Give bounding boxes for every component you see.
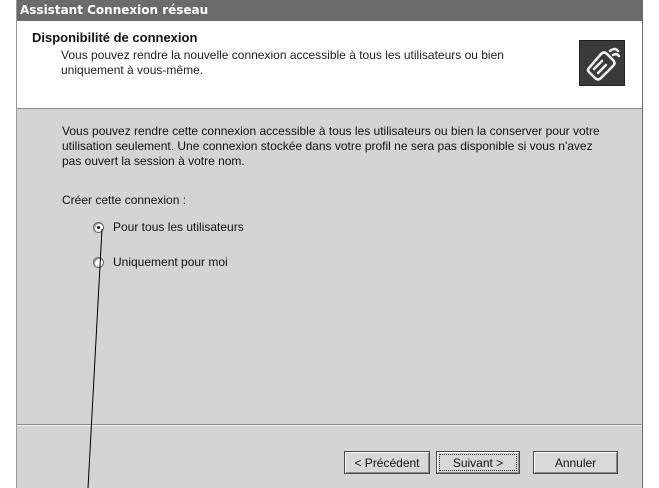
radio-option-only-me[interactable]: Uniquement pour moi — [93, 254, 228, 270]
create-connection-label: Créer cette connexion : — [62, 193, 187, 207]
wizard-header: Disponibilité de connexion Vous pouvez r… — [17, 21, 642, 109]
window-title: Assistant Connexion réseau — [20, 3, 209, 17]
back-button[interactable]: < Précédent — [344, 451, 430, 474]
network-connection-wizard-icon — [579, 40, 625, 86]
radio-button-checked-icon[interactable] — [93, 221, 104, 233]
radio-label-all-users: Pour tous les utilisateurs — [113, 220, 244, 234]
next-button[interactable]: Suivant > — [436, 451, 520, 474]
radio-option-all-users[interactable]: Pour tous les utilisateurs — [93, 219, 244, 235]
radio-button-unchecked-icon[interactable] — [93, 256, 104, 268]
wizard-window: Assistant Connexion réseau Disponibilité… — [16, 0, 643, 488]
title-bar: Assistant Connexion réseau — [17, 0, 642, 21]
header-subtitle: Vous pouvez rendre la nouvelle connexion… — [61, 48, 504, 77]
cancel-button[interactable]: Annuler — [533, 451, 618, 474]
description-text: Vous pouvez rendre cette connexion acces… — [62, 124, 600, 168]
wizard-content: Vous pouvez rendre cette connexion acces… — [17, 109, 642, 424]
footer-separator — [17, 424, 642, 426]
radio-label-only-me: Uniquement pour moi — [113, 255, 228, 269]
header-title: Disponibilité de connexion — [32, 30, 198, 45]
